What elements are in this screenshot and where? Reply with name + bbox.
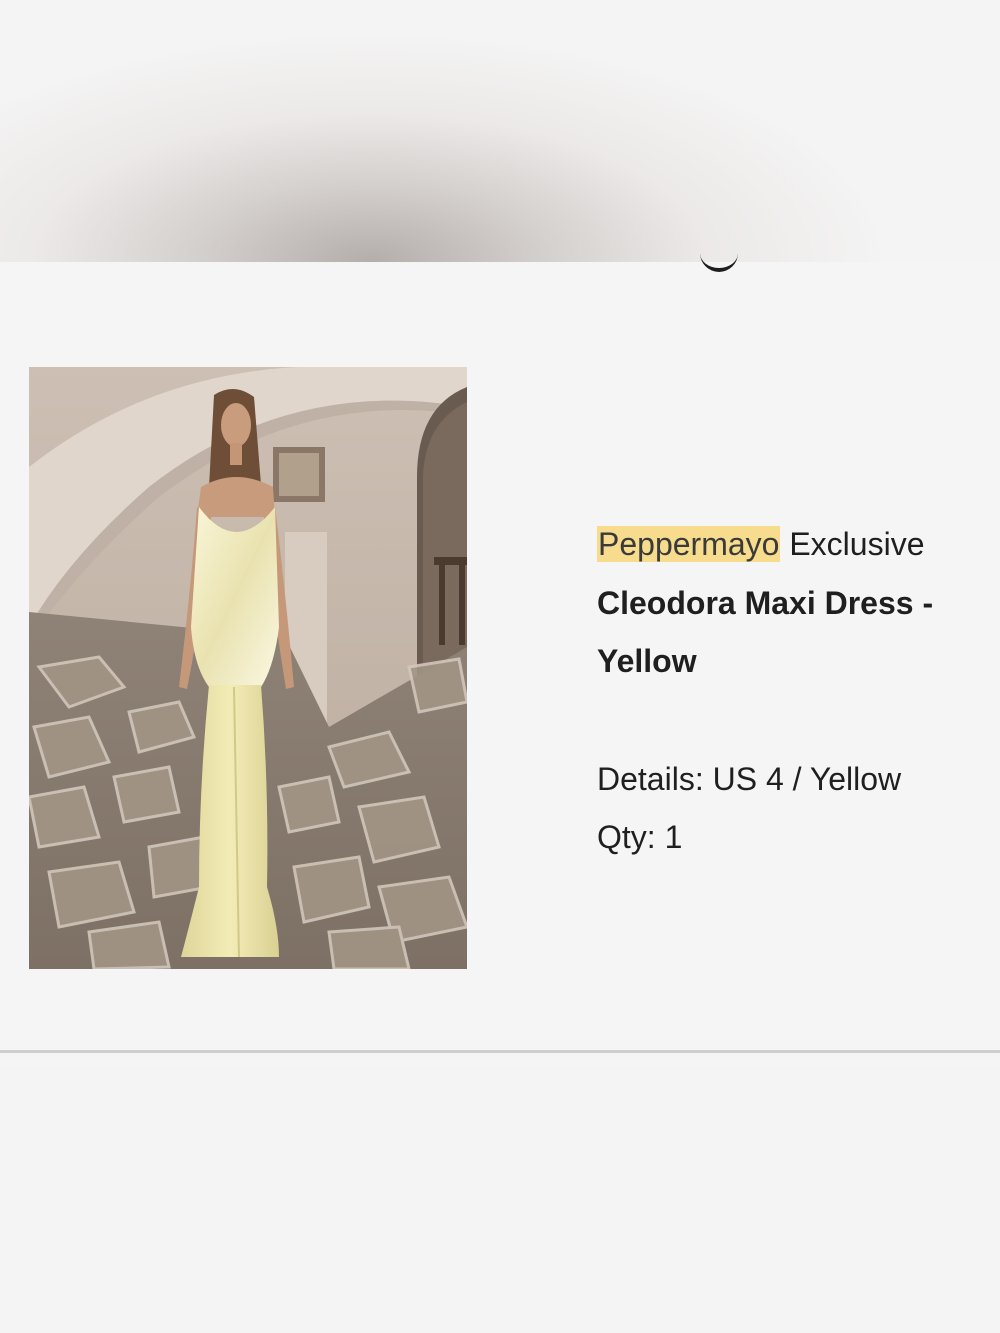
item-details: Details: US 4 / Yellow Qty: 1 (597, 750, 997, 866)
brand-suffix: Exclusive (789, 526, 925, 562)
product-image[interactable] (29, 367, 467, 969)
qty-label: Qty: (597, 819, 656, 855)
details-row: Details: US 4 / Yellow (597, 750, 997, 808)
screenshot-frame: Peppermayo Exclusive Cleodora Maxi Dress… (0, 0, 1000, 1333)
product-photo-illustration (29, 367, 467, 969)
cut-off-heading-glyph (700, 240, 738, 272)
brand-name-highlighted[interactable]: Peppermayo (597, 526, 781, 562)
product-name-line1: Cleodora Maxi Dress - (597, 585, 934, 621)
qty-row: Qty: 1 (597, 808, 997, 866)
item-info: Peppermayo Exclusive Cleodora Maxi Dress… (597, 518, 997, 866)
details-label: Details: (597, 761, 704, 797)
card-divider (0, 1050, 1000, 1053)
details-value: US 4 / Yellow (712, 761, 902, 797)
brand-line: Peppermayo Exclusive (597, 518, 997, 570)
blurred-backdrop-bottom (0, 1068, 1000, 1333)
qty-value: 1 (664, 819, 683, 855)
product-name[interactable]: Cleodora Maxi Dress - Yellow (597, 574, 997, 690)
blurred-backdrop-top (0, 0, 1000, 262)
product-name-line2: Yellow (597, 643, 697, 679)
order-item-card: Peppermayo Exclusive Cleodora Maxi Dress… (0, 262, 1000, 1068)
